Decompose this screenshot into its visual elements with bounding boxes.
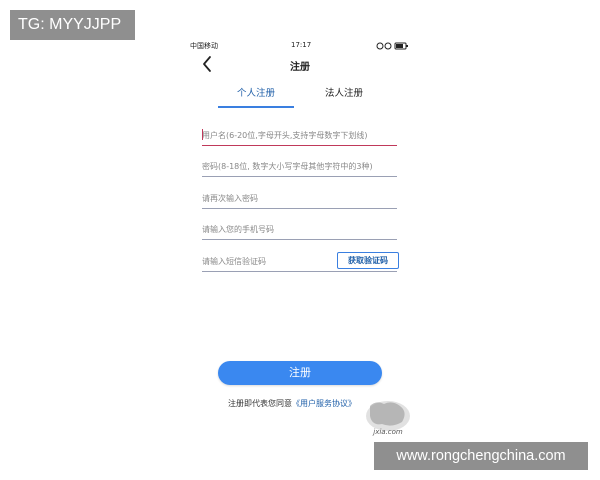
sms-code-field (202, 252, 397, 272)
logo-text: jxia.com (372, 428, 403, 436)
user-agreement-link[interactable]: 《用户服务协议》 (292, 399, 356, 408)
registration-tabs: 个人注册 法人注册 (218, 84, 398, 108)
status-time: 17:17 (291, 41, 312, 49)
site-logo-watermark: jxia.com (366, 401, 410, 436)
field-underline (202, 208, 397, 209)
site-url-badge: www.rongchengchina.com (374, 442, 588, 470)
password-input[interactable] (202, 157, 397, 175)
tab-corporate-label: 法人注册 (324, 88, 363, 99)
field-underline (202, 176, 397, 177)
carrier-label: 中国移动 (190, 42, 218, 50)
tab-personal-label: 个人注册 (236, 88, 275, 99)
status-icons (376, 42, 408, 50)
page-title: 注册 (290, 62, 310, 73)
field-underline (202, 271, 397, 272)
confirm-password-field (202, 189, 397, 209)
nav-bar: 注册 (190, 54, 410, 76)
get-sms-code-button[interactable]: 获取验证码 (337, 252, 399, 269)
confirm-password-input[interactable] (202, 189, 397, 207)
agreement-text: 注册即代表您同意《用户服务协议》 (228, 398, 356, 409)
tab-corporate-registration[interactable]: 法人注册 (314, 84, 374, 108)
field-underline (202, 239, 397, 240)
active-tab-indicator (218, 106, 294, 108)
register-submit-button[interactable]: 注册 (218, 361, 382, 385)
site-url-label: www.rongchengchina.com (396, 448, 566, 464)
status-bar: 中国移动 17:17 (190, 40, 410, 52)
field-underline (202, 144, 397, 146)
username-input[interactable] (202, 126, 397, 144)
phone-field (202, 220, 397, 240)
text-caret (202, 129, 203, 140)
sms-code-input[interactable] (202, 252, 334, 270)
agreement-prefix: 注册即代表您同意 (228, 399, 292, 408)
tab-personal-registration[interactable]: 个人注册 (218, 84, 294, 108)
tg-watermark-badge: TG: MYYJJPP (10, 10, 135, 40)
password-field (202, 157, 397, 177)
tg-watermark-label: TG: MYYJJPP (18, 16, 122, 33)
phone-input[interactable] (202, 220, 397, 238)
username-field (202, 126, 397, 146)
